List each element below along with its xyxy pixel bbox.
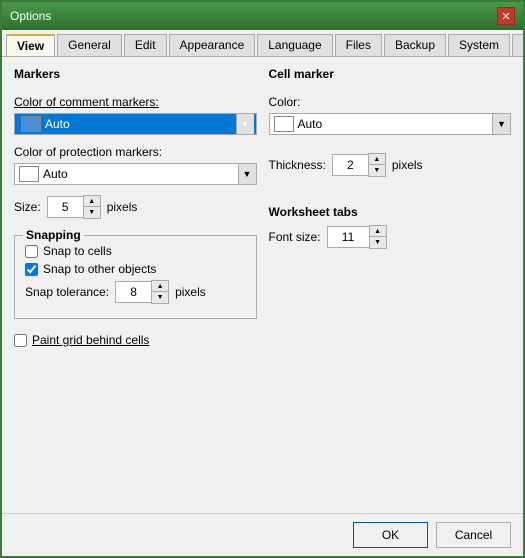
size-unit: pixels	[107, 200, 138, 214]
left-column: Markers Color of comment markers: Auto ▼…	[14, 67, 257, 503]
snapping-title: Snapping	[23, 228, 84, 242]
cell-marker-label: Cell marker	[269, 67, 512, 81]
protection-color-arrow[interactable]: ▼	[238, 164, 256, 184]
font-size-label: Font size:	[269, 230, 321, 244]
comment-color-label-text: Color of comment markers:	[14, 95, 159, 109]
tab-general[interactable]: General	[57, 34, 122, 56]
thickness-unit: pixels	[392, 158, 423, 172]
worksheet-tabs-group: Worksheet tabs Font size: ▲ ▼	[269, 205, 512, 255]
snap-cells-label: Snap to cells	[43, 244, 112, 258]
thickness-row: Thickness: ▲ ▼ pixels	[269, 153, 512, 177]
markers-label: Markers	[14, 67, 257, 81]
size-spinner-buttons: ▲ ▼	[83, 195, 101, 219]
protection-color-dropdown[interactable]: Auto ▼	[14, 163, 257, 185]
size-down-button[interactable]: ▼	[84, 207, 100, 218]
tabs-bar: View General Edit Appearance Language Fi…	[2, 30, 523, 57]
comment-color-value: Auto	[45, 117, 236, 131]
thickness-down[interactable]: ▼	[369, 165, 385, 176]
tab-language[interactable]: Language	[257, 34, 332, 56]
size-row: Size: ▲ ▼ pixels	[14, 195, 257, 219]
snap-tolerance-up[interactable]: ▲	[152, 281, 168, 292]
comment-color-group: Color of comment markers: Auto ▼	[14, 95, 257, 135]
footer: OK Cancel	[2, 513, 523, 556]
cell-color-label: Color:	[269, 95, 512, 109]
font-size-down[interactable]: ▼	[370, 237, 386, 248]
window-title: Options	[10, 9, 51, 23]
worksheet-tabs-label: Worksheet tabs	[269, 205, 512, 219]
protection-color-group: Color of protection markers: Auto ▼	[14, 145, 257, 185]
snap-cells-checkbox[interactable]	[25, 245, 38, 258]
size-spinner: ▲ ▼	[47, 195, 101, 219]
size-label: Size:	[14, 200, 41, 214]
main-content: Markers Color of comment markers: Auto ▼…	[2, 57, 523, 513]
options-window: Options ✕ View General Edit Appearance L…	[0, 0, 525, 558]
comment-color-swatch	[21, 116, 41, 132]
snap-tolerance-unit: pixels	[175, 285, 206, 299]
thickness-spinner: ▲ ▼	[332, 153, 386, 177]
snap-cells-row: Snap to cells	[25, 244, 246, 258]
cell-color-arrow[interactable]: ▼	[492, 114, 510, 134]
snap-tolerance-label: Snap tolerance:	[25, 285, 109, 299]
thickness-up[interactable]: ▲	[369, 154, 385, 165]
paint-grid-checkbox[interactable]	[14, 334, 27, 347]
protection-color-value: Auto	[43, 167, 238, 181]
thickness-buttons: ▲ ▼	[368, 153, 386, 177]
cancel-button[interactable]: Cancel	[436, 522, 511, 548]
snap-objects-checkbox[interactable]	[25, 263, 38, 276]
font-size-row: Font size: ▲ ▼	[269, 225, 512, 249]
snap-tolerance-input[interactable]	[115, 281, 151, 303]
snapping-group: Snapping Snap to cells Snap to other obj…	[14, 235, 257, 319]
comment-color-dropdown[interactable]: Auto ▼	[14, 113, 257, 135]
protection-color-label-text: Color of protection markers:	[14, 145, 257, 159]
tab-files[interactable]: Files	[335, 34, 382, 56]
font-size-spinner: ▲ ▼	[327, 225, 387, 249]
snap-tolerance-buttons: ▲ ▼	[151, 280, 169, 304]
snap-tolerance-down[interactable]: ▼	[152, 292, 168, 303]
thickness-input[interactable]	[332, 154, 368, 176]
cell-color-value: Auto	[298, 117, 493, 131]
snap-objects-label: Snap to other objects	[43, 262, 156, 276]
font-size-input[interactable]	[327, 226, 369, 248]
cell-color-swatch	[274, 116, 294, 132]
tab-appearance[interactable]: Appearance	[169, 34, 256, 56]
tab-fon[interactable]: Fon ▶	[512, 34, 523, 56]
tab-view[interactable]: View	[6, 34, 55, 57]
right-column: Cell marker Color: Auto ▼ Thickness: ▲ ▼	[269, 67, 512, 503]
paint-grid-row: Paint grid behind cells	[14, 333, 257, 347]
snap-objects-row: Snap to other objects	[25, 262, 246, 276]
close-button[interactable]: ✕	[497, 7, 515, 25]
size-input[interactable]	[47, 196, 83, 218]
snap-tolerance-row: Snap tolerance: ▲ ▼ pixels	[25, 280, 246, 304]
font-size-up[interactable]: ▲	[370, 226, 386, 237]
font-size-buttons: ▲ ▼	[369, 225, 387, 249]
tab-system[interactable]: System	[448, 34, 510, 56]
tab-edit[interactable]: Edit	[124, 34, 167, 56]
cell-color-dropdown[interactable]: Auto ▼	[269, 113, 512, 135]
thickness-label: Thickness:	[269, 158, 326, 172]
comment-color-arrow[interactable]: ▼	[236, 114, 254, 134]
size-up-button[interactable]: ▲	[84, 196, 100, 207]
snap-tolerance-spinner: ▲ ▼	[115, 280, 169, 304]
cell-color-group: Color: Auto ▼	[269, 95, 512, 135]
paint-grid-label: Paint grid behind cells	[32, 333, 149, 347]
comment-color-label: Color of comment markers:	[14, 95, 257, 109]
title-bar: Options ✕	[2, 2, 523, 30]
ok-button[interactable]: OK	[353, 522, 428, 548]
protection-color-swatch	[19, 166, 39, 182]
tab-backup[interactable]: Backup	[384, 34, 446, 56]
